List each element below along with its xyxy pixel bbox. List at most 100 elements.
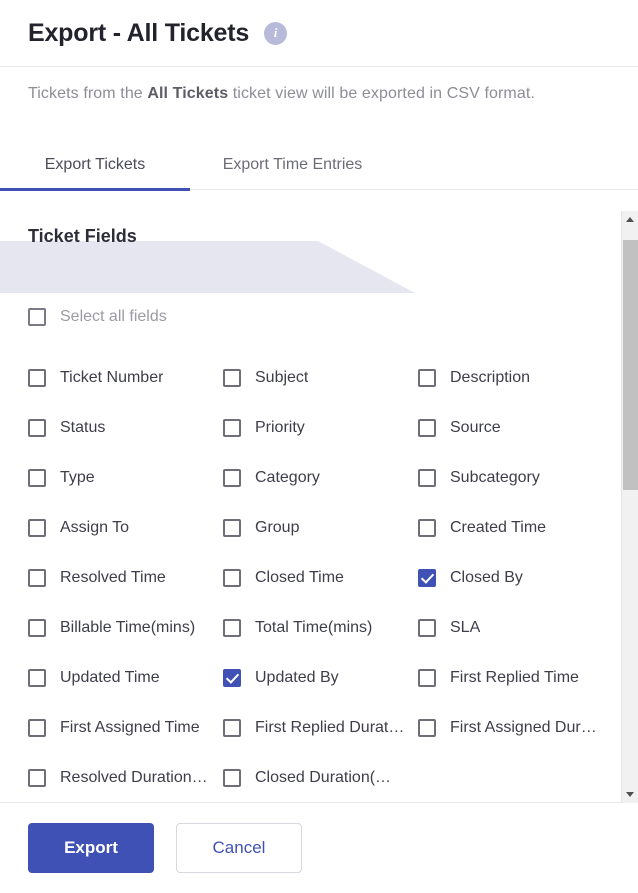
checkbox[interactable] [28,719,46,737]
field-row: Ticket Number Subject Description [0,353,612,403]
field-subcategory[interactable]: Subcategory [418,453,608,503]
field-resolved-time[interactable]: Resolved Time [28,553,223,603]
checkbox[interactable] [28,519,46,537]
field-row: Updated Time Updated By First Replied Ti… [0,653,612,703]
select-all-checkbox[interactable] [28,308,46,326]
field-row: Status Priority Source [0,403,612,453]
field-resolved-duration[interactable]: Resolved Duration… [28,753,223,802]
description-suffix: ticket view will be exported in CSV form… [228,85,535,102]
checkbox[interactable] [223,519,241,537]
field-label: Status [60,419,106,436]
dialog-footer: Export Cancel [0,803,638,893]
checkbox[interactable] [28,619,46,637]
field-label: Description [450,369,531,386]
field-total-time[interactable]: Total Time(mins) [223,603,418,653]
field-label: Type [60,469,95,486]
export-button[interactable]: Export [28,823,154,873]
chevron-down-icon [626,792,634,797]
scroll-down-button[interactable] [622,786,638,803]
field-label: Subject [255,369,309,386]
field-row: Type Category Subcategory [0,453,612,503]
field-label: Resolved Time [60,569,166,586]
export-dialog: Export - All Tickets i Tickets from the … [0,0,638,893]
checkbox[interactable] [223,369,241,387]
field-label: Source [450,419,501,436]
field-label: First Replied Durat… [255,719,405,736]
field-label: Subcategory [450,469,540,486]
field-first-assigned-duration[interactable]: First Assigned Dur… [418,703,608,753]
field-closed-duration[interactable]: Closed Duration(… [223,753,418,802]
checkbox[interactable] [28,669,46,687]
tab-export-tickets[interactable]: Export Tickets [0,140,190,191]
checkbox[interactable] [418,719,436,737]
checkbox[interactable] [223,669,241,687]
field-label: First Assigned Dur… [450,719,597,736]
checkbox[interactable] [28,469,46,487]
ticket-fields-title: Ticket Fields [28,226,137,246]
field-label: Category [255,469,320,486]
checkbox[interactable] [28,569,46,587]
field-created-time[interactable]: Created Time [418,503,608,553]
field-category[interactable]: Category [223,453,418,503]
field-row: Resolved Time Closed Time Closed By [0,553,612,603]
field-closed-time[interactable]: Closed Time [223,553,418,603]
field-type[interactable]: Type [28,453,223,503]
field-label: Closed Duration(… [255,769,392,786]
ticket-fields-grid: Ticket Number Subject Description Status [0,353,612,802]
field-assign-to[interactable]: Assign To [28,503,223,553]
field-group[interactable]: Group [223,503,418,553]
field-billable-time[interactable]: Billable Time(mins) [28,603,223,653]
checkbox[interactable] [418,619,436,637]
field-sla[interactable]: SLA [418,603,608,653]
checkbox[interactable] [28,419,46,437]
field-first-assigned-time[interactable]: First Assigned Time [28,703,223,753]
field-row: Billable Time(mins) Total Time(mins) SLA [0,603,612,653]
checkbox[interactable] [418,419,436,437]
checkbox[interactable] [223,619,241,637]
checkbox[interactable] [223,769,241,787]
field-closed-by[interactable]: Closed By [418,553,608,603]
field-first-replied-duration[interactable]: First Replied Durat… [223,703,418,753]
cancel-button[interactable]: Cancel [176,823,302,873]
tab-export-time-entries[interactable]: Export Time Entries [190,140,395,190]
scrollbar-thumb[interactable] [623,240,638,490]
field-label: Ticket Number [60,369,164,386]
field-ticket-number[interactable]: Ticket Number [28,353,223,403]
field-updated-by[interactable]: Updated By [223,653,418,703]
field-label: Updated By [255,669,339,686]
field-status[interactable]: Status [28,403,223,453]
field-first-replied-time[interactable]: First Replied Time [418,653,608,703]
checkbox[interactable] [223,719,241,737]
checkbox[interactable] [418,469,436,487]
checkbox[interactable] [28,369,46,387]
field-label: Assign To [60,519,130,536]
select-all-fields-row[interactable]: Select all fields [28,308,167,326]
description-prefix: Tickets from the [28,85,148,102]
field-description[interactable]: Description [418,353,608,403]
field-label: Group [255,519,300,536]
checkbox[interactable] [418,369,436,387]
checkbox[interactable] [418,569,436,587]
checkbox[interactable] [28,769,46,787]
field-label: SLA [450,619,481,636]
checkbox[interactable] [418,519,436,537]
field-label: Total Time(mins) [255,619,373,636]
tab-bar: Export Tickets Export Time Entries [0,140,638,191]
field-row: First Assigned Time First Replied Durat…… [0,703,612,753]
field-label: Created Time [450,519,547,536]
checkbox[interactable] [418,669,436,687]
field-label: Closed Time [255,569,344,586]
checkbox[interactable] [223,419,241,437]
dialog-header: Export - All Tickets i [0,0,638,67]
checkbox[interactable] [223,469,241,487]
scroll-up-button[interactable] [622,211,638,228]
field-source[interactable]: Source [418,403,608,453]
field-row: Assign To Group Created Time [0,503,612,553]
field-updated-time[interactable]: Updated Time [28,653,223,703]
checkbox[interactable] [223,569,241,587]
info-icon[interactable]: i [264,21,288,45]
field-priority[interactable]: Priority [223,403,418,453]
description-view-name: All Tickets [147,85,229,102]
fields-scrollbar[interactable] [621,211,638,803]
field-subject[interactable]: Subject [223,353,418,403]
